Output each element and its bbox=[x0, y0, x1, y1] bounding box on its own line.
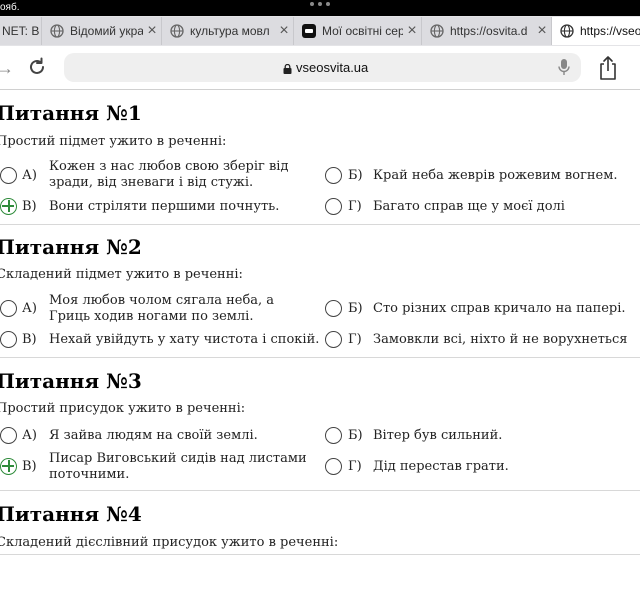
browser-tab[interactable]: культура мовл × bbox=[162, 17, 294, 45]
tab-title: https://osvita.d bbox=[450, 24, 528, 38]
answer-radio[interactable] bbox=[325, 300, 342, 317]
answer-radio[interactable] bbox=[0, 331, 17, 348]
answer-text[interactable]: Край неба жеврів рожевим вогнем. bbox=[373, 168, 635, 184]
answer-letter: Б) bbox=[348, 301, 363, 316]
answer-radio[interactable] bbox=[325, 167, 342, 184]
answer-letter: В) bbox=[22, 332, 37, 347]
question-prompt: Складений дієслівний присудок ужито в ре… bbox=[0, 535, 339, 550]
answer-radio[interactable] bbox=[0, 167, 17, 184]
answer-text[interactable]: Я зайва людям на своїй землі. bbox=[49, 428, 319, 444]
share-button[interactable] bbox=[596, 55, 620, 81]
answer-letter: Б) bbox=[348, 428, 363, 443]
answer-letter: Г) bbox=[348, 332, 362, 347]
browser-toolbar: → vseosvita.ua bbox=[0, 46, 640, 90]
microphone-icon[interactable] bbox=[558, 59, 570, 76]
answer-letter: А) bbox=[22, 301, 37, 316]
answer-radio[interactable] bbox=[325, 331, 342, 348]
answer-radio-correct[interactable] bbox=[0, 458, 17, 475]
answer-letter: В) bbox=[22, 199, 37, 214]
answer-text[interactable]: Моя любов чолом сягала неба, а Гриць ход… bbox=[49, 293, 319, 325]
divider bbox=[0, 554, 640, 555]
answer-radio[interactable] bbox=[325, 198, 342, 215]
globe-icon bbox=[560, 24, 574, 38]
answer-letter: Б) bbox=[348, 168, 363, 183]
browser-tab-active[interactable]: https://vseo bbox=[552, 17, 640, 45]
divider bbox=[0, 357, 640, 358]
answer-text[interactable]: Вони стріляти першими почнуть. bbox=[49, 199, 319, 215]
answer-text[interactable]: Вітер був сильний. bbox=[373, 428, 635, 444]
answer-text[interactable]: Писар Виговський сидів над листами поточ… bbox=[49, 451, 311, 483]
answer-text[interactable]: Багато справ ще у моєї долі bbox=[373, 199, 635, 215]
question-title: Питання №2 bbox=[0, 235, 142, 259]
tab-title: культура мовл bbox=[190, 24, 270, 38]
reload-icon bbox=[30, 57, 44, 74]
answer-text[interactable]: Сто різних справ кричало на папері. bbox=[373, 301, 635, 317]
reload-button[interactable] bbox=[26, 56, 48, 78]
answer-radio[interactable] bbox=[0, 300, 17, 317]
close-tab-icon[interactable]: × bbox=[275, 22, 293, 40]
question-prompt: Простий підмет ужито в реченні: bbox=[0, 134, 227, 149]
browser-tab[interactable]: https://osvita.d × bbox=[422, 17, 552, 45]
answer-text[interactable]: Кожен з нас любов свою зберіг від зради,… bbox=[49, 159, 309, 191]
status-bar: ояб. bbox=[0, 0, 640, 16]
answer-letter: Г) bbox=[348, 459, 362, 474]
globe-icon bbox=[430, 24, 444, 38]
browser-tab[interactable]: Мої освітні сер × bbox=[294, 17, 422, 45]
question-title: Питання №1 bbox=[0, 101, 142, 125]
answer-radio[interactable] bbox=[325, 427, 342, 444]
answer-radio[interactable] bbox=[0, 427, 17, 444]
answer-radio[interactable] bbox=[325, 458, 342, 475]
tab-bar: NET: B Відомий украї × культура мовл × М… bbox=[0, 16, 640, 46]
divider bbox=[0, 490, 640, 491]
tab-title: NET: B bbox=[2, 24, 40, 38]
answer-text[interactable]: Дід перестав грати. bbox=[373, 459, 635, 475]
question-title: Питання №3 bbox=[0, 369, 142, 393]
browser-tab[interactable]: Відомий украї × bbox=[42, 17, 162, 45]
question-prompt: Складений підмет ужито в реченні: bbox=[0, 267, 243, 282]
globe-icon bbox=[170, 24, 184, 38]
tab-title: Відомий украї bbox=[70, 24, 143, 38]
answer-letter: В) bbox=[22, 459, 37, 474]
answer-letter: Г) bbox=[348, 199, 362, 214]
lock-icon bbox=[283, 62, 292, 74]
question-title: Питання №4 bbox=[0, 502, 142, 526]
address-bar[interactable]: vseosvita.ua bbox=[64, 53, 581, 82]
globe-icon bbox=[50, 24, 64, 38]
divider bbox=[0, 224, 640, 225]
status-day: ояб. bbox=[0, 2, 20, 13]
multitask-dots-icon[interactable] bbox=[310, 2, 334, 8]
answer-text[interactable]: Нехай увійдуть у хату чистота і спокій. bbox=[49, 332, 324, 348]
share-icon bbox=[600, 56, 616, 80]
close-tab-icon[interactable]: × bbox=[403, 22, 421, 40]
answer-letter: А) bbox=[22, 428, 37, 443]
address-host: vseosvita.ua bbox=[296, 60, 369, 75]
question-prompt: Простий присудок ужито в реченні: bbox=[0, 401, 246, 416]
back-button[interactable]: → bbox=[0, 58, 14, 79]
browser-tab[interactable]: NET: B bbox=[0, 17, 42, 45]
answer-text[interactable]: Замовкли всі, ніхто й не ворухнеться bbox=[373, 332, 639, 348]
answer-letter: А) bbox=[22, 168, 37, 183]
answer-radio-correct[interactable] bbox=[0, 198, 17, 215]
tab-title: Мої освітні сер bbox=[322, 24, 403, 38]
tab-title: https://vseo bbox=[580, 24, 640, 38]
close-tab-icon[interactable]: × bbox=[533, 22, 551, 40]
close-tab-icon[interactable]: × bbox=[143, 22, 161, 40]
site-logo-icon bbox=[302, 24, 316, 38]
